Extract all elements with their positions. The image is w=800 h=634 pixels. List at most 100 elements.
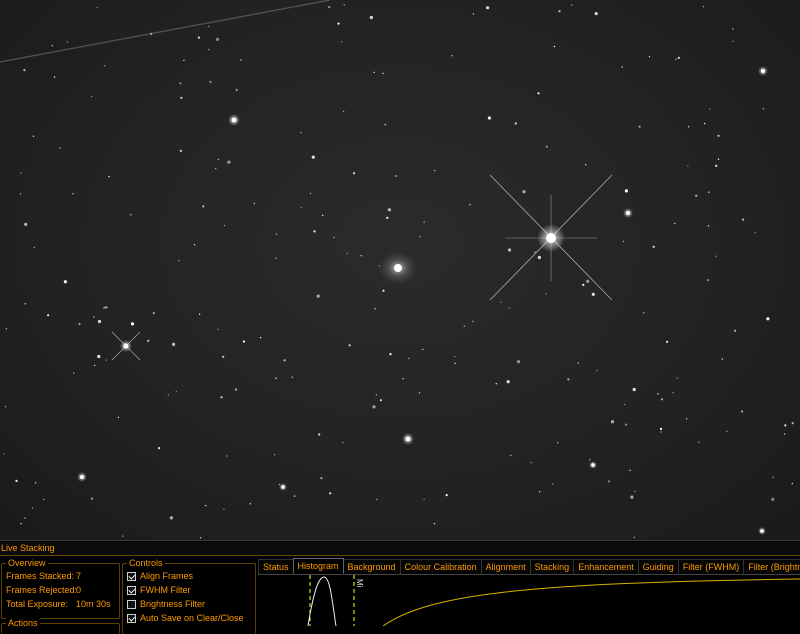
stretch-curve: [382, 578, 800, 626]
tab-background[interactable]: Background: [342, 559, 401, 574]
auto-save-check-icon[interactable]: [127, 614, 136, 623]
align-frames-checkbox[interactable]: Align Frames: [127, 570, 193, 582]
tab-guiding[interactable]: Guiding: [637, 559, 679, 574]
faint-star: [387, 208, 391, 212]
faint-star: [582, 283, 585, 286]
faint-star: [313, 230, 316, 233]
faint-star: [708, 191, 710, 193]
faint-star: [742, 218, 745, 221]
faint-star: [463, 325, 465, 327]
live-stacking-panel: Live Stacking Overview Frames Stacked: 7…: [0, 540, 800, 634]
faint-star: [630, 495, 634, 499]
faint-star: [625, 423, 628, 426]
faint-star: [202, 205, 205, 208]
faint-star: [586, 279, 590, 283]
faint-star: [275, 377, 277, 379]
faint-star: [222, 355, 225, 358]
tab-alignment[interactable]: Alignment: [480, 559, 531, 574]
faint-star: [766, 317, 770, 321]
tab-enhancement[interactable]: Enhancement: [573, 559, 639, 574]
faint-star: [472, 13, 475, 15]
faint-star: [342, 441, 344, 444]
faint-star: [215, 168, 217, 170]
faint-star: [732, 28, 734, 30]
faint-star: [545, 293, 547, 295]
faint-star: [32, 135, 35, 137]
faint-star: [771, 497, 775, 501]
faint-star: [382, 72, 384, 75]
panel-title: Live Stacking: [0, 542, 800, 556]
faint-star: [278, 483, 281, 486]
medium-star-7: [279, 483, 287, 491]
faint-star: [629, 469, 631, 472]
tab-bar: Status Histogram Background Colour Calib…: [258, 558, 800, 574]
faint-star: [594, 12, 598, 16]
auto-save-checkbox[interactable]: Auto Save on Clear/Close: [127, 612, 244, 624]
brightness-filter-label: Brightness Filter: [140, 599, 206, 609]
faint-star: [197, 36, 200, 39]
faint-star: [31, 507, 34, 509]
tab-colour-calibration[interactable]: Colour Calibration: [399, 559, 482, 574]
faint-star: [15, 479, 18, 482]
brightness-filter-checkbox[interactable]: Brightness Filter: [127, 598, 205, 610]
faint-star: [275, 257, 277, 259]
faint-star: [648, 56, 651, 58]
faint-star: [419, 236, 421, 238]
tab-stacking[interactable]: Stacking: [529, 559, 575, 574]
faint-star: [537, 92, 540, 95]
faint-star: [454, 356, 456, 358]
faint-star: [333, 236, 335, 238]
stacked-image-view[interactable]: [0, 0, 800, 540]
faint-star: [53, 76, 56, 78]
faint-star: [721, 358, 723, 360]
fwhm-filter-check-icon[interactable]: [127, 586, 136, 595]
faint-star: [34, 482, 37, 484]
faint-star: [5, 328, 8, 330]
faint-star: [193, 244, 196, 246]
faint-star: [433, 169, 436, 172]
frames-rejected-value: 0: [76, 585, 82, 595]
faint-star: [389, 353, 392, 356]
faint-star: [340, 41, 343, 43]
faint-star: [152, 312, 155, 315]
tab-histogram[interactable]: Histogram: [292, 558, 344, 574]
histogram-view[interactable]: Mi: [258, 574, 800, 626]
faint-star: [632, 387, 636, 392]
faint-star: [183, 59, 185, 62]
faint-star: [726, 430, 728, 433]
faint-star: [384, 123, 386, 126]
align-frames-check-icon[interactable]: [127, 572, 136, 581]
faint-star: [695, 194, 698, 197]
satellite-trail: [0, 0, 331, 63]
faint-star: [158, 447, 161, 450]
tab-status[interactable]: Status: [258, 559, 294, 574]
faint-star: [242, 340, 245, 343]
faint-star: [175, 390, 177, 393]
fwhm-filter-checkbox[interactable]: FWHM Filter: [127, 584, 191, 596]
faint-star: [179, 149, 182, 152]
faint-star: [557, 442, 559, 444]
faint-star: [346, 252, 348, 255]
tab-filter-brightness[interactable]: Filter (Brightness): [743, 559, 800, 574]
faint-star: [360, 255, 362, 257]
faint-star: [423, 498, 425, 500]
faint-star: [373, 71, 375, 74]
brightness-filter-check-icon[interactable]: [127, 600, 136, 609]
controls-title: Controls: [127, 557, 165, 569]
faint-star: [3, 453, 5, 455]
tab-filter-fwhm[interactable]: Filter (FWHM): [677, 559, 745, 574]
faint-star: [762, 108, 765, 110]
fwhm-filter-label: FWHM Filter: [140, 585, 191, 595]
medium-star-8: [589, 461, 597, 469]
faint-star: [657, 393, 659, 395]
faint-star: [337, 22, 340, 25]
faint-star: [589, 459, 591, 461]
faint-star: [585, 164, 587, 166]
faint-star: [223, 224, 226, 227]
faint-star: [454, 362, 456, 365]
medium-star-3: [228, 114, 240, 126]
faint-star: [545, 145, 548, 148]
faint-star: [660, 398, 664, 401]
faint-star: [495, 383, 497, 385]
faint-star: [372, 405, 376, 409]
